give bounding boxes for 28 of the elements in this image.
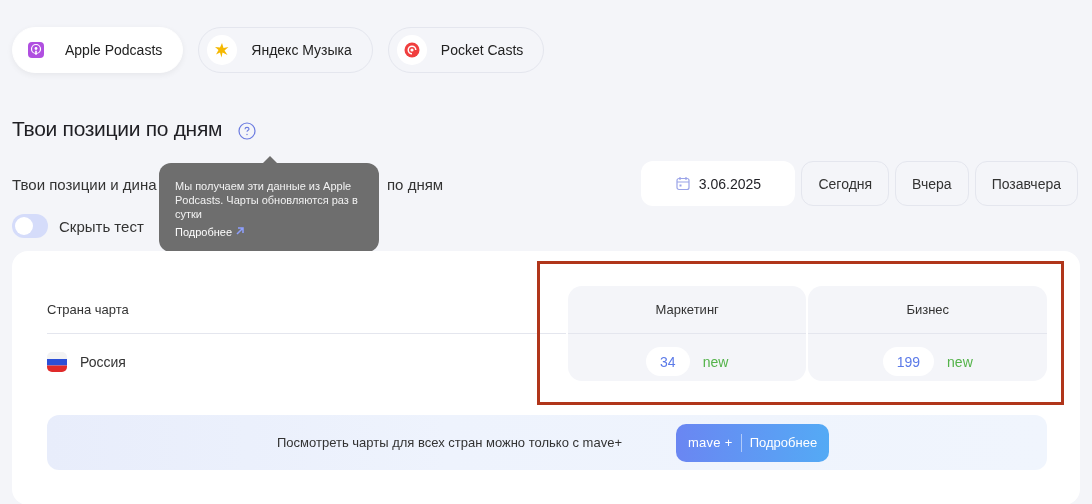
toggle-label: Скрыть тест <box>59 217 144 235</box>
position-badge: 34 <box>646 347 690 376</box>
page-heading: Твои позиции по дням <box>12 117 223 141</box>
date-button[interactable]: Сегодня <box>801 161 890 206</box>
date-field[interactable]: 3.06.2025 <box>641 161 796 206</box>
column-header: Страна чарта <box>47 286 566 334</box>
new-label: new <box>947 353 973 370</box>
podcast-icon <box>28 42 44 58</box>
star-icon <box>214 42 231 58</box>
flag-icon <box>47 351 67 372</box>
arrow-icon <box>235 226 246 236</box>
new-label: new <box>702 353 729 370</box>
tooltip-text: Мы получаем эти данные из Apple Podcasts. Чарты обновляются раз в сутки <box>175 179 359 221</box>
country-name: Россия <box>80 353 126 370</box>
date-button[interactable]: Вчера <box>895 161 969 206</box>
position-badge: 199 <box>882 347 935 376</box>
banner-text: Посмотреть чарты для всех стран можно только с mave+ <box>277 435 622 450</box>
help-icon[interactable] <box>238 122 257 140</box>
date-button[interactable]: Позавчера <box>974 161 1078 206</box>
tooltip-link[interactable]: Подробнее <box>175 225 246 239</box>
calendar-icon <box>675 176 690 191</box>
platform-tab[interactable]: Apple Podcasts <box>12 27 184 73</box>
target-icon <box>403 42 420 58</box>
subtitle: Твои позиции и дина <box>12 176 157 193</box>
toggle-switch[interactable] <box>12 214 48 238</box>
column-header: Бизнес <box>808 286 1047 334</box>
subtitle: по дням <box>387 176 444 194</box>
column-header: Маркетинг <box>567 286 807 334</box>
